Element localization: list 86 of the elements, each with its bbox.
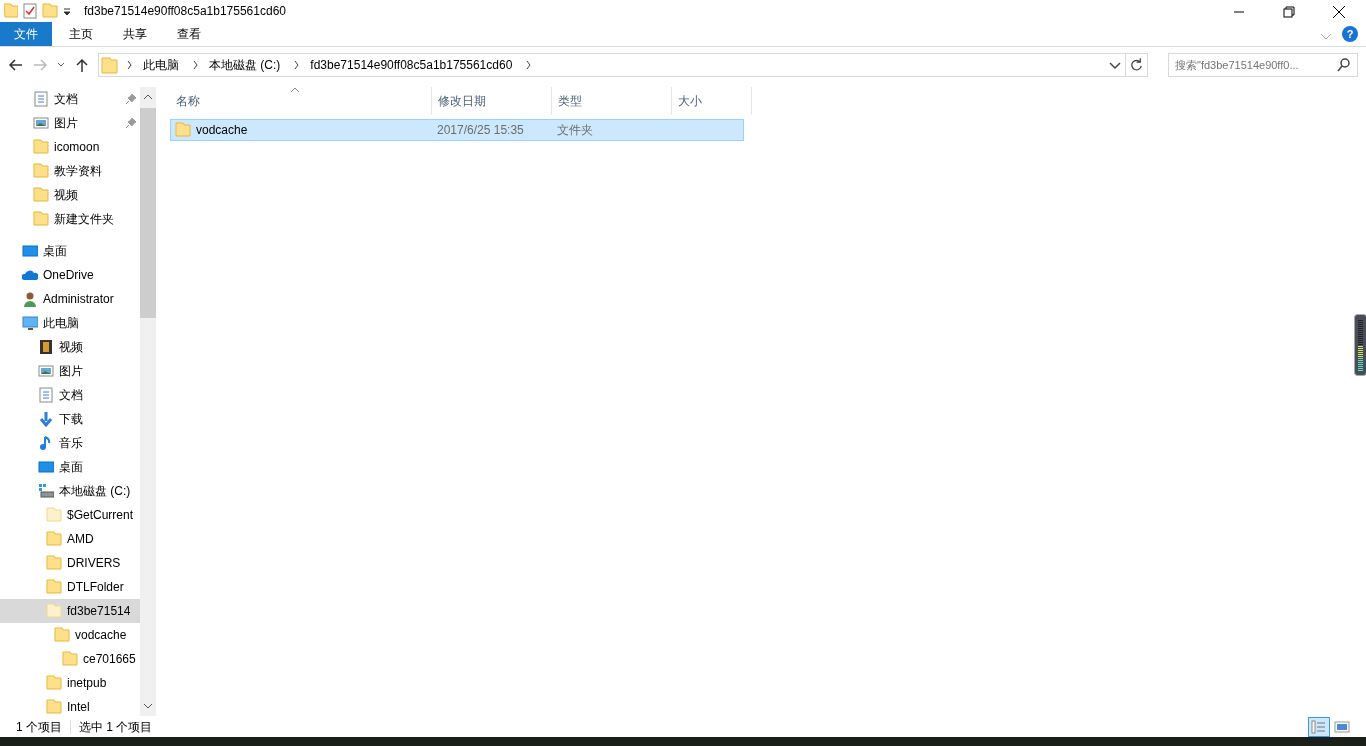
back-icon[interactable] [8, 56, 24, 73]
tree-item[interactable]: fd3be71514 [0, 598, 140, 623]
item-count: 1 个项目 [16, 718, 62, 736]
folder-icon [46, 602, 62, 619]
down-arrow-icon [38, 410, 54, 427]
quick-access-item[interactable]: icomoon [0, 134, 140, 159]
tree-item[interactable]: 桌面 [0, 454, 140, 479]
folder-icon [62, 650, 78, 667]
search-icon[interactable] [1336, 56, 1352, 73]
folder-icon [33, 186, 49, 203]
folder-icon [46, 506, 62, 523]
ribbon-tab[interactable]: 主页 [56, 22, 106, 46]
tree-item[interactable]: $GetCurrent [0, 502, 140, 527]
tree-item[interactable]: DRIVERS [0, 550, 140, 575]
tree-item[interactable]: 音乐 [0, 430, 140, 455]
tree-item[interactable]: AMD [0, 526, 140, 551]
column-header[interactable]: 修改日期 [432, 86, 552, 115]
picture-icon [38, 362, 54, 379]
tree-item[interactable]: 下载 [0, 406, 140, 431]
details-view-button[interactable] [1308, 716, 1330, 737]
column-header[interactable]: 名称 [170, 86, 432, 115]
folder-icon [175, 121, 191, 138]
tree-item[interactable]: 图片 [0, 358, 140, 383]
column-header[interactable]: 类型 [552, 86, 672, 115]
tree-item[interactable]: Administrator [0, 286, 140, 311]
computer-icon [22, 314, 38, 331]
quick-access-item[interactable]: 文档 [0, 86, 140, 111]
type-cell-text: 文件夹 [556, 121, 594, 139]
close-icon [1331, 3, 1347, 20]
drive-icon [38, 482, 54, 499]
scroll-thumb[interactable] [140, 107, 156, 318]
help-button[interactable]: ? [1342, 26, 1358, 42]
tree-item[interactable]: OneDrive [0, 262, 140, 287]
folder-icon [33, 210, 49, 227]
address-bar[interactable]: 此电脑 本地磁盘 (C:) fd3be71514e90ff08c5a1b175561cd60 [98, 52, 1148, 77]
tree-item[interactable]: 此电脑 [0, 310, 140, 335]
folder-icon [46, 554, 62, 571]
file-name-cell: vodcache [171, 120, 433, 139]
file-row[interactable]: vodcache 2017/6/25 15:35 文件夹 [170, 118, 744, 141]
restore-icon [1281, 3, 1297, 20]
folder-icon [54, 626, 70, 643]
large-icons-view-icon [1334, 720, 1350, 735]
search-field[interactable]: 搜索"fd3be71514e90ff0... [1168, 52, 1358, 77]
selection-count: 选中 1 个项目 [79, 718, 153, 736]
quick-access-item[interactable]: 教学资料 [0, 158, 140, 183]
picture-icon [33, 114, 49, 131]
window-title: fd3be71514e90ff08c5a1b175561cd60 [84, 3, 286, 20]
breadcrumb-item[interactable]: fd3be71514e90ff08c5a1b175561cd60 [304, 55, 519, 74]
scrollbar[interactable] [140, 86, 156, 717]
folder-icon [33, 138, 49, 155]
details-view-icon [1311, 720, 1327, 735]
monitor-icon [22, 242, 38, 259]
folder-icon [99, 55, 119, 74]
folder-icon [33, 162, 49, 179]
monitor-icon [38, 458, 54, 475]
tree-item[interactable]: 桌面 [0, 238, 140, 263]
breadcrumb-item[interactable]: 本地磁盘 (C:) [203, 55, 287, 74]
minimize-icon [1234, 10, 1244, 13]
tree-item[interactable]: 视频 [0, 334, 140, 359]
quick-access-item[interactable]: 图片 [0, 110, 140, 135]
user-icon [22, 290, 38, 307]
tree-item[interactable]: ce701665 [0, 646, 140, 671]
ribbon-tab[interactable]: 查看 [164, 22, 214, 46]
tree-item[interactable]: Intel [0, 694, 140, 717]
file-menu-tab[interactable]: 文件 [0, 22, 52, 46]
meter-widget-drawing [1354, 313, 1366, 376]
document-icon [33, 90, 49, 107]
tree-item[interactable]: 本地磁盘 (C:) [0, 478, 140, 503]
film-icon [38, 338, 54, 355]
folder-icon [46, 578, 62, 595]
folder-icon [46, 698, 62, 715]
tree-item[interactable]: vodcache [0, 622, 140, 647]
quick-access-item[interactable]: 新建文件夹 [0, 206, 140, 231]
document-icon [38, 386, 54, 403]
up-icon[interactable] [74, 56, 90, 73]
folder-icon [46, 530, 62, 547]
tree-item[interactable]: 文档 [0, 382, 140, 407]
ribbon-tab[interactable]: 共享 [110, 22, 160, 46]
breadcrumb-item[interactable]: 此电脑 [137, 55, 185, 74]
tree-item[interactable]: inetpub [0, 670, 140, 695]
tree-item[interactable]: DTLFolder [0, 574, 140, 599]
folder-icon [46, 674, 62, 691]
quick-access-item[interactable]: 视频 [0, 182, 140, 207]
date-cell-text: 2017/6/25 15:35 [436, 121, 525, 139]
column-header[interactable]: 大小 [672, 86, 752, 115]
properties-icon[interactable] [22, 3, 38, 19]
